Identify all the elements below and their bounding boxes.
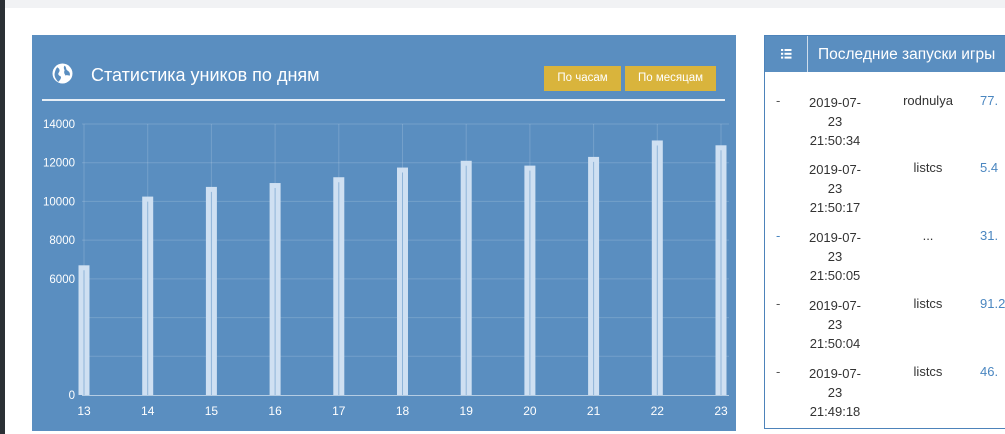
player-name[interactable]: listcs bbox=[883, 296, 973, 311]
x-tick-label: 20 bbox=[523, 404, 537, 418]
recent-launches-title: Последние запуски игры bbox=[818, 46, 996, 63]
launch-datetime: 2019-07- 23 21:50:34 bbox=[808, 95, 862, 148]
recent-launches-panel: Последние запуски игры - 2019-07- 23 21:50… bbox=[764, 35, 1005, 429]
x-tick-label: 16 bbox=[268, 404, 282, 418]
player-name[interactable]: ... bbox=[883, 228, 973, 243]
launch-datetime: 2019-07- 23 21:50:05 bbox=[808, 230, 862, 283]
y-tick-label: 12000 bbox=[43, 158, 75, 170]
x-tick-label: 23 bbox=[714, 404, 728, 418]
row-marker: - bbox=[776, 296, 781, 311]
row-marker: - bbox=[776, 228, 781, 243]
x-tick-label: 13 bbox=[77, 404, 91, 418]
x-tick-label: 15 bbox=[205, 404, 219, 418]
row-marker: - bbox=[776, 93, 781, 108]
list-icon bbox=[765, 36, 808, 72]
y-tick-label: 6000 bbox=[49, 274, 75, 286]
x-tick-label: 17 bbox=[332, 404, 346, 418]
player-name[interactable]: listcs bbox=[883, 364, 973, 379]
player-name[interactable]: rodnulya bbox=[883, 93, 973, 108]
launch-value[interactable]: 5.4 bbox=[980, 160, 998, 175]
launch-value[interactable]: 91.2 bbox=[980, 296, 1005, 311]
x-tick-label: 14 bbox=[141, 404, 155, 418]
launch-datetime: 2019-07- 23 21:50:17 bbox=[808, 162, 862, 215]
y-tick-label: 14000 bbox=[43, 119, 75, 131]
launch-datetime: 2019-07- 23 21:50:04 bbox=[808, 298, 862, 351]
top-bar bbox=[5, 0, 1005, 8]
player-name[interactable]: listcs bbox=[883, 160, 973, 175]
y-tick-label: 10000 bbox=[43, 196, 75, 208]
y-tick-label: 8000 bbox=[49, 235, 75, 247]
launch-datetime: 2019-07- 23 21:49:18 bbox=[808, 366, 862, 419]
x-tick-label: 19 bbox=[460, 404, 474, 418]
launch-value[interactable]: 31. bbox=[980, 228, 998, 243]
y-tick-label: 0 bbox=[69, 390, 75, 402]
x-tick-label: 22 bbox=[651, 404, 665, 418]
launch-value[interactable]: 46. bbox=[980, 364, 998, 379]
x-tick-label: 18 bbox=[396, 404, 410, 418]
row-marker: - bbox=[776, 364, 781, 379]
daily-uniques-chart: 0 6000 8000 10000 12000 14000 13 14 15 16 17 18 19 20… bbox=[43, 119, 729, 418]
x-tick-label: 21 bbox=[587, 404, 601, 418]
recent-launches-header: Последние запуски игры bbox=[765, 36, 1005, 72]
launch-value[interactable]: 77. bbox=[980, 93, 998, 108]
sidebar-edge bbox=[0, 0, 5, 434]
daily-stats-panel: Статистика уников по дням По часам По ме… bbox=[32, 35, 736, 431]
